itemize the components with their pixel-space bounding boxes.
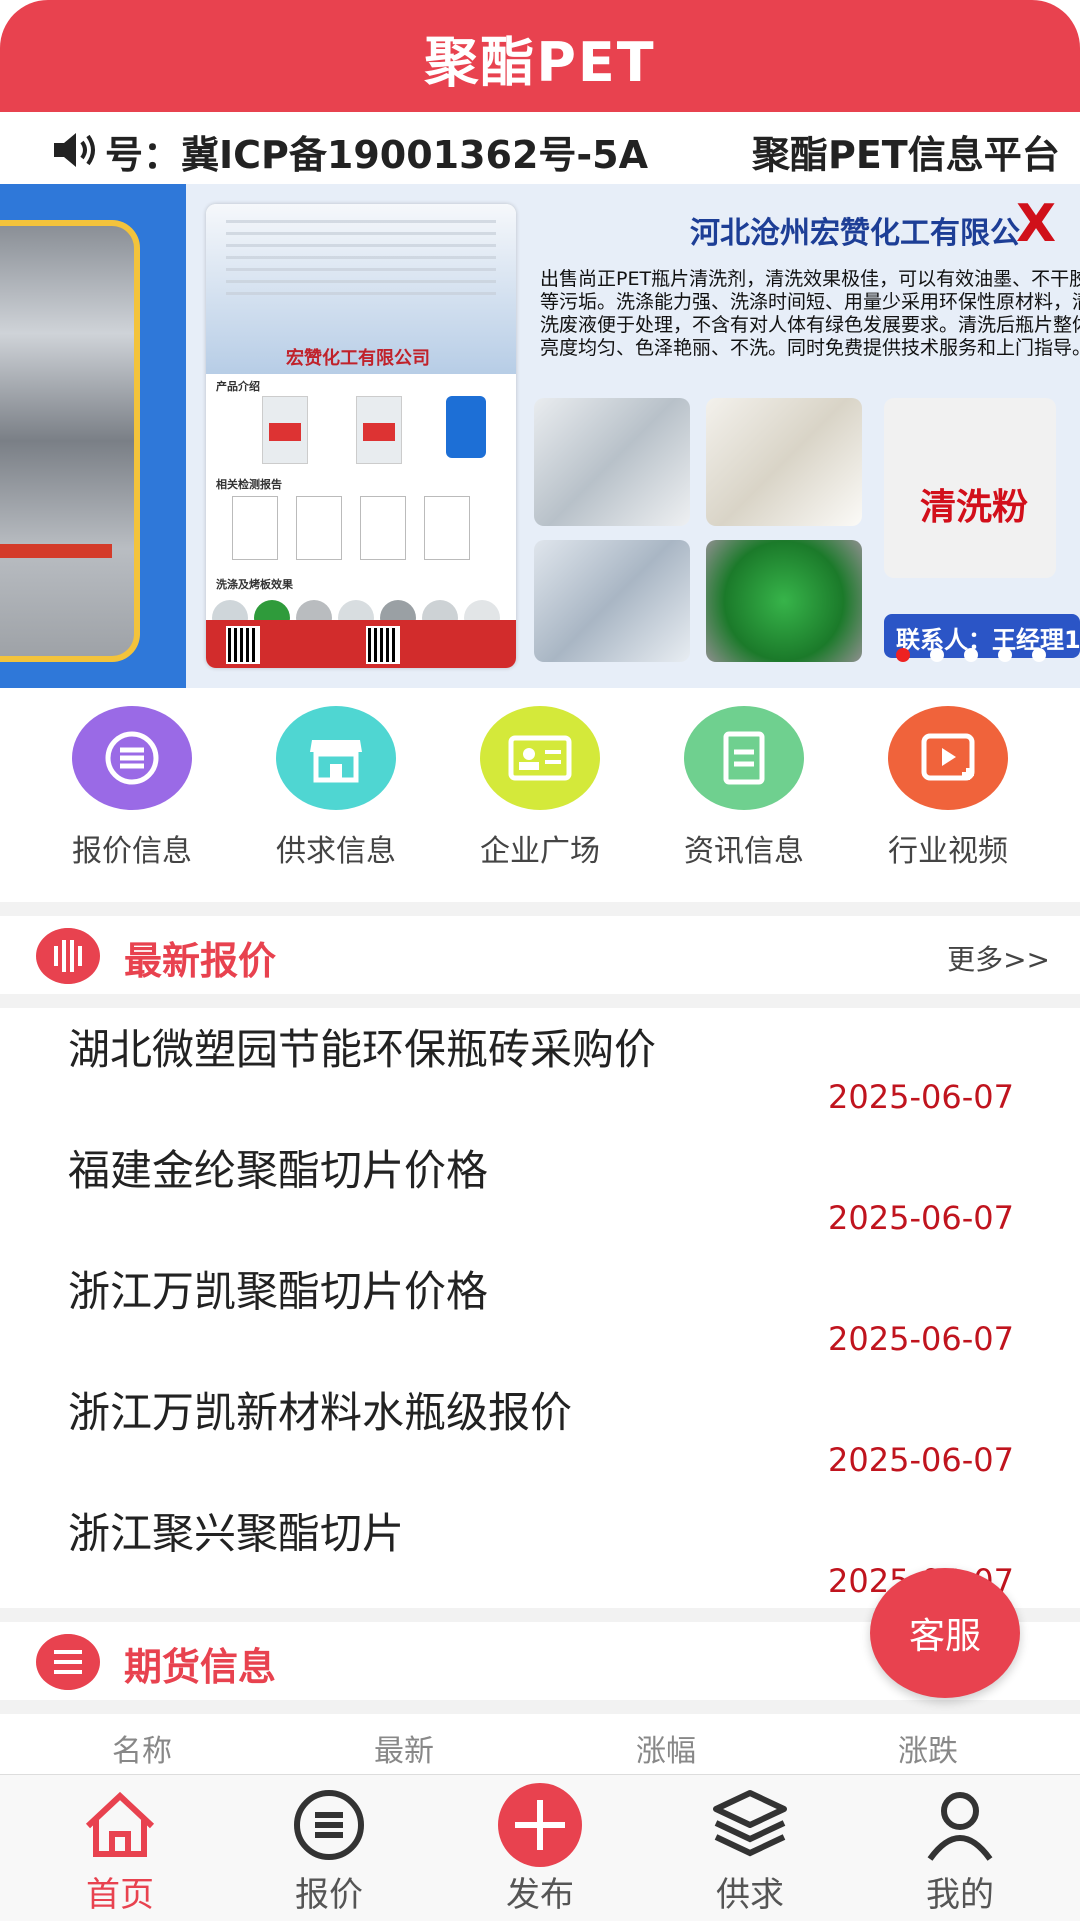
carousel-indicator[interactable] (930, 648, 944, 662)
quote-date: 2025-06-07 (828, 1078, 1014, 1116)
list-icon (72, 706, 192, 810)
nav-item-quotes[interactable]: 报价信息 (47, 706, 217, 870)
nav-item-news[interactable]: 资讯信息 (659, 706, 829, 870)
drum-image (446, 396, 486, 458)
plus-circle-icon (460, 1783, 620, 1867)
more-link[interactable]: 更多>> (947, 938, 1050, 978)
nav-label: 行业视频 (888, 834, 1008, 869)
id-card-icon (480, 706, 600, 810)
quote-date: 2025-06-07 (828, 1441, 1014, 1479)
column-header: 涨跌 (898, 1734, 958, 1769)
banner-headline: 河北沧州宏赞化工有限公 (690, 216, 1020, 251)
flyer-section-label: 洗涤及烤板效果 (216, 578, 293, 591)
video-icon (888, 706, 1008, 810)
flakes-photo (534, 540, 690, 662)
quote-title: 福建金纶聚酯切片价格 (68, 1146, 489, 1195)
quote-date: 2025-06-07 (828, 1320, 1014, 1358)
tab-supply[interactable]: 供求 (670, 1785, 830, 1916)
flyer-section-label: 相关检测报告 (216, 478, 282, 491)
customer-service-button[interactable]: 客服 (870, 1568, 1020, 1698)
banner-flyer: 宏赞化工有限公司 产品介绍 相关检测报告 洗涤及烤板效果 (206, 204, 516, 668)
home-icon (40, 1785, 200, 1865)
flakes-photo (706, 398, 862, 526)
section-title: 最新报价 (124, 939, 277, 983)
list-item[interactable]: 浙江万凯聚酯切片价格 2025-06-07 (0, 1250, 1080, 1372)
bottom-tab-bar: 首页 报价 发布 供求 我的 (0, 1774, 1080, 1921)
carousel-indicator[interactable] (998, 648, 1012, 662)
list-item[interactable]: 浙江万凯新材料水瓶级报价 2025-06-07 (0, 1371, 1080, 1493)
store-icon (276, 706, 396, 810)
nav-label: 企业广场 (480, 834, 600, 869)
tab-label: 首页 (86, 1875, 154, 1915)
futures-table-header: 名称 最新 涨幅 涨跌 (0, 1714, 1080, 1774)
tab-publish[interactable]: 发布 (460, 1783, 620, 1916)
column-header: 最新 (374, 1734, 434, 1769)
carousel-indicator[interactable] (1032, 648, 1046, 662)
carousel-indicator[interactable] (896, 648, 910, 662)
sound-wave-icon (36, 928, 100, 984)
quote-title: 浙江万凯新材料水瓶级报价 (68, 1388, 573, 1437)
notice-text-2: 聚酯PET信息平台 (752, 133, 1060, 177)
column-header: 名称 (112, 1734, 172, 1769)
quote-title: 湖北微塑园节能环保瓶砖采购价 (68, 1025, 657, 1074)
tab-label: 供求 (716, 1875, 784, 1915)
page-title: 聚酯PET (424, 31, 656, 94)
tab-mine[interactable]: 我的 (880, 1785, 1040, 1916)
divider (0, 902, 1080, 916)
quote-list: 湖北微塑园节能环保瓶砖采购价 2025-06-07 福建金纶聚酯切片价格 202… (0, 1008, 1080, 1608)
flyer-company: 宏赞化工有限公司 (286, 348, 430, 369)
app-header: 聚酯PET (0, 0, 1080, 112)
notice-text: 号：冀ICP备19001362号-5A (105, 133, 649, 177)
nav-label: 供求信息 (276, 834, 396, 869)
banner-paragraph: 出售尚正PET瓶片清洗剂，清洗效果极佳，可以有效油墨、不干胶等污垢。洗涤能力强、… (540, 268, 1080, 359)
nav-item-video[interactable]: 行业视频 (863, 706, 1033, 870)
tab-label: 我的 (926, 1875, 994, 1915)
flyer-section-label: 产品介绍 (216, 380, 260, 393)
divider (0, 1700, 1080, 1714)
section-title: 期货信息 (124, 1645, 277, 1689)
nav-item-supply[interactable]: 供求信息 (251, 706, 421, 870)
notice-bar[interactable]: 号：冀ICP备19001362号-5A 聚酯PET信息平台 (0, 112, 1080, 184)
document-icon (684, 706, 804, 810)
tab-home[interactable]: 首页 (40, 1785, 200, 1916)
divider (0, 994, 1080, 1008)
quote-title: 浙江聚兴聚酯切片 (68, 1509, 405, 1558)
banner-machine-image (0, 184, 186, 688)
tab-label: 发布 (506, 1875, 574, 1915)
detergent-bag-photo: 清洗粉 (884, 398, 1056, 578)
latest-quotes-header: 最新报价 更多>> (0, 916, 1080, 994)
quote-title: 浙江万凯聚酯切片价格 (68, 1267, 489, 1316)
quote-date: 2025-06-07 (828, 1199, 1014, 1237)
nav-label: 报价信息 (72, 834, 192, 869)
list-item[interactable]: 福建金纶聚酯切片价格 2025-06-07 (0, 1129, 1080, 1251)
user-icon (880, 1785, 1040, 1865)
green-flakes-photo (706, 540, 862, 662)
menu-circle-icon (36, 1634, 100, 1690)
tab-label: 报价 (295, 1875, 363, 1915)
banner-carousel[interactable]: 宏赞化工有限公司 产品介绍 相关检测报告 洗涤及烤板效果 河北沧州宏赞化工有限公… (0, 184, 1080, 688)
nav-item-enterprise[interactable]: 企业广场 (455, 706, 625, 870)
category-nav: 报价信息 供求信息 企业广场 资讯信息 行业视频 (0, 706, 1080, 886)
banner-contact: 联系人：王经理1 (884, 614, 1080, 658)
close-icon[interactable]: X (1016, 194, 1056, 254)
carousel-indicator[interactable] (964, 648, 978, 662)
list-circle-icon (249, 1785, 409, 1865)
nav-label: 资讯信息 (684, 834, 804, 869)
layers-icon (670, 1785, 830, 1865)
column-header: 涨幅 (636, 1734, 696, 1769)
speaker-icon (54, 133, 95, 167)
tab-quotes[interactable]: 报价 (249, 1785, 409, 1916)
list-item[interactable]: 湖北微塑园节能环保瓶砖采购价 2025-06-07 (0, 1008, 1080, 1130)
flakes-photo (534, 398, 690, 526)
